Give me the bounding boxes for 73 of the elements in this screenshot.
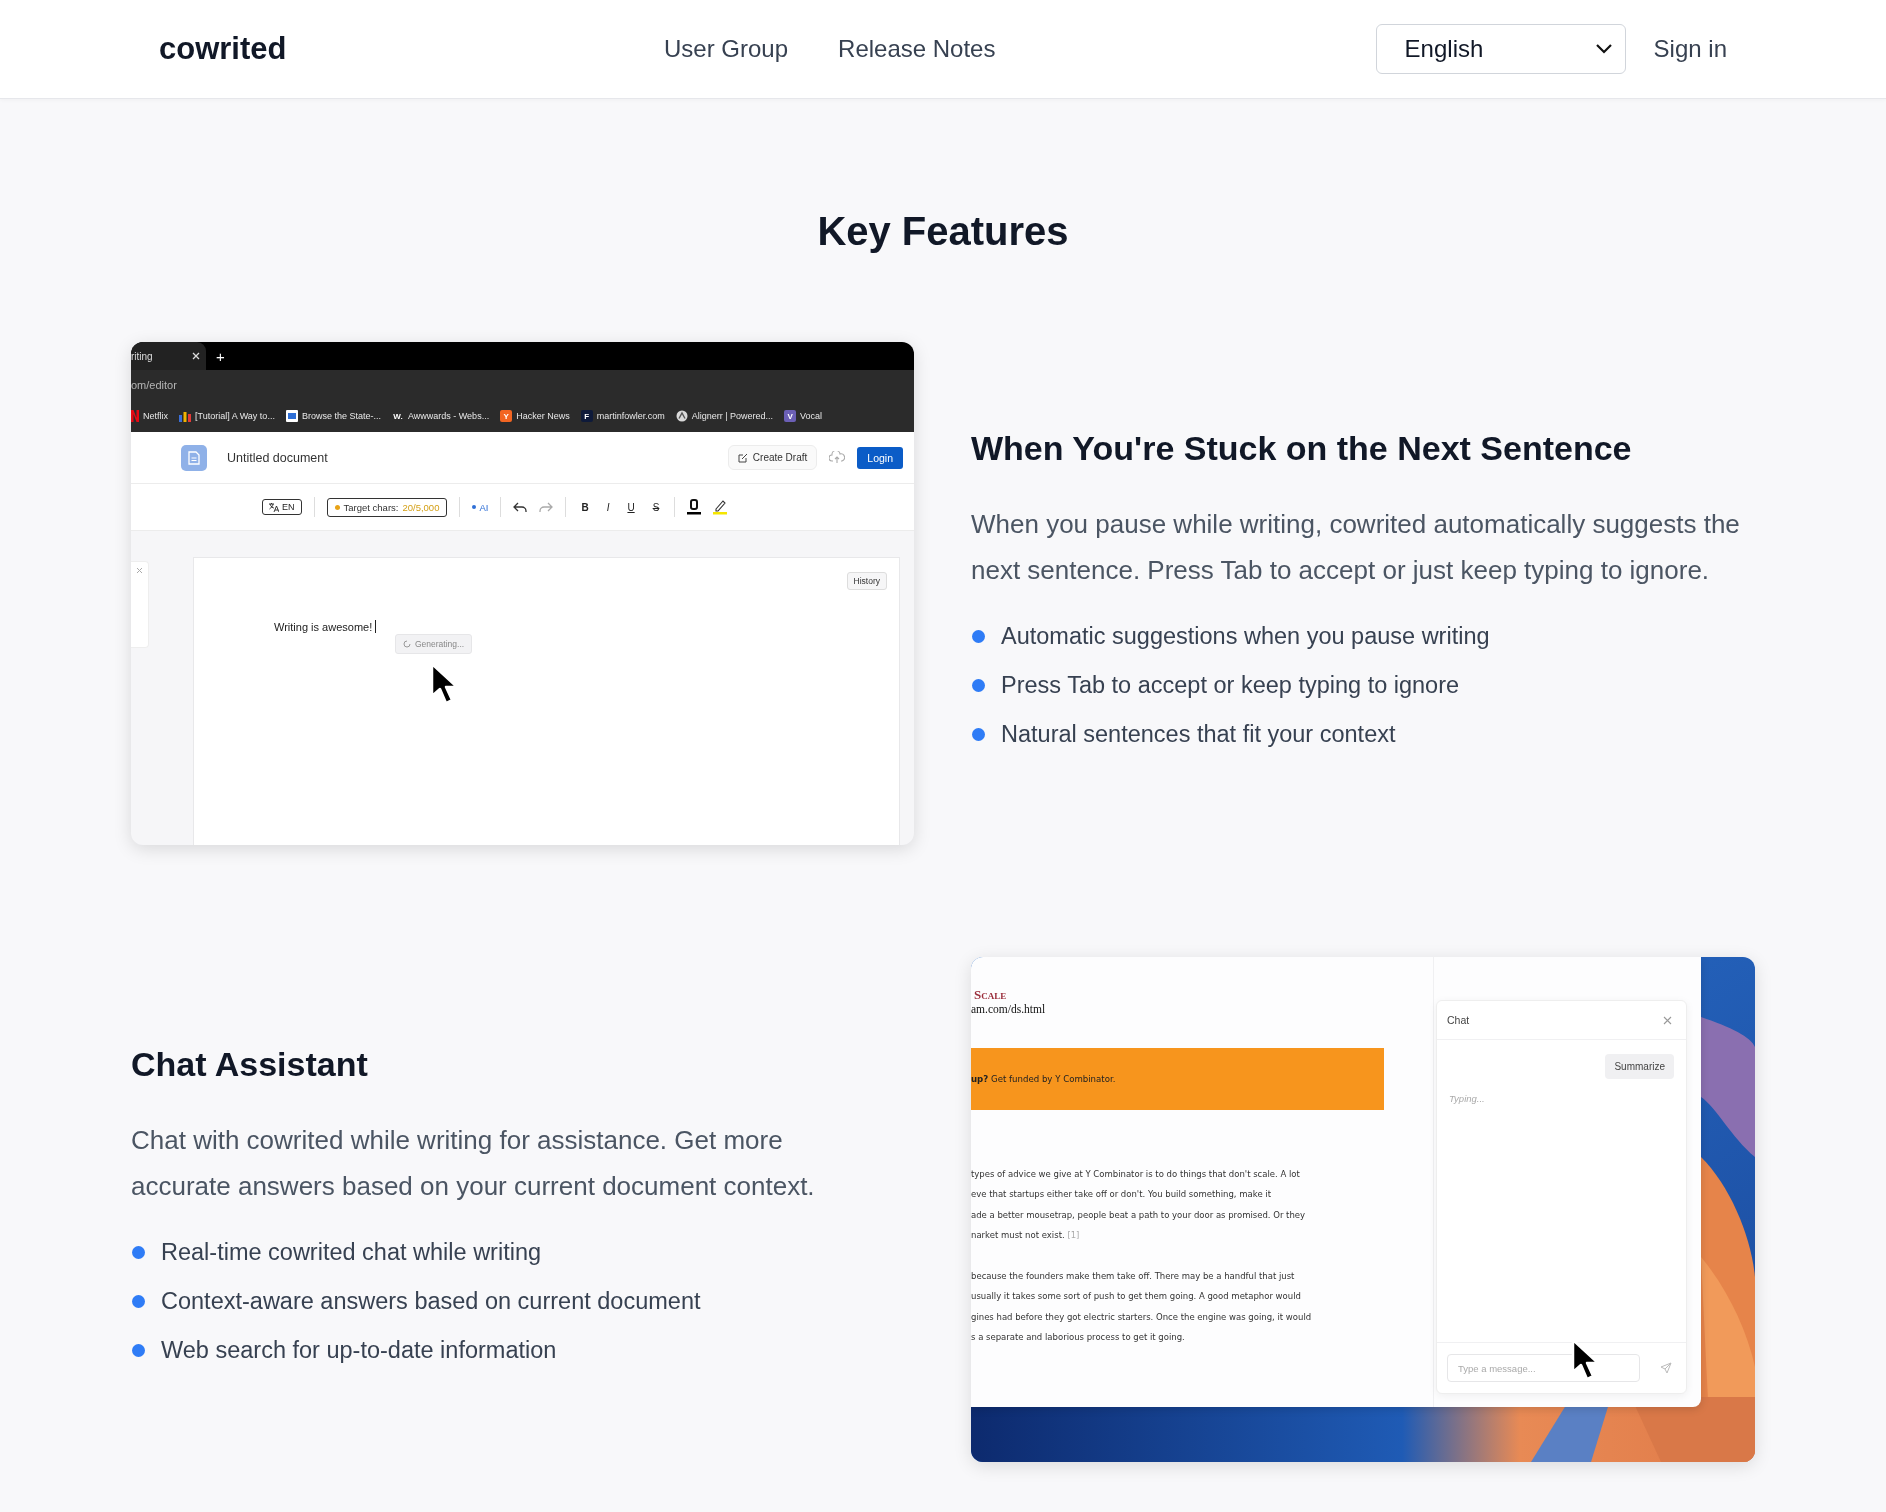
section-title: Key Features [816,208,1070,255]
new-tab-button[interactable]: + [216,347,225,365]
target-chars-field: Target chars: 20/5,000 [326,497,448,517]
feature-bullet: Real-time cowrited chat while writing [161,1239,542,1266]
article-line: ade a better mousetrap, people beat a path to your door as promised. Or they [971,1208,1307,1222]
bookmark[interactable]: W. Awwwards - Webs... [391,410,490,422]
favicon-icon: Y [500,410,513,422]
article-line: usually it takes some sort of push to get them going. A good metaphor would [971,1290,1302,1304]
feature-heading: Chat Assistant [131,1044,369,1085]
bullet-dot [132,1246,145,1259]
bookmark[interactable]: Y Hacker News [500,410,570,422]
feature-bullet: Context-aware answers based on current document [161,1288,701,1315]
history-button[interactable]: History [846,572,887,590]
login-button[interactable]: Login [857,446,903,469]
feature-bullet: Press Tab to accept or keep typing to ignore [1001,672,1460,699]
article-line: because the founders make them take off. There may be a handful that just [971,1270,1296,1284]
address-bar[interactable]: om/editor [131,370,914,400]
format-button[interactable]: S [649,501,663,513]
bookmark[interactable]: F martinfowler.com [580,410,665,422]
feature-description: When you pause while writing, cowrited automatically suggests the next sentence. Press Tab to accept or just keep typing to ignore. [971,508,1741,587]
language-button[interactable]: EN [262,499,302,515]
bar-chart-icon [179,410,191,422]
text-caret [375,620,377,633]
format-button[interactable]: U [624,501,638,513]
edit-icon [737,452,748,463]
generating-indicator: Generating... [395,634,473,654]
highlighter-icon[interactable] [713,499,728,515]
ai-toggle[interactable]: AI [472,501,489,513]
nav-link[interactable]: User Group [664,35,789,63]
format-button[interactable]: I [603,501,613,513]
message-input[interactable]: Type a message... [1447,1354,1640,1382]
summarize-button[interactable]: Summarize [1605,1054,1674,1079]
article-line: eve that startups either take off or don't. You build something, make it [971,1188,1272,1202]
feature-heading: When You're Stuck on the Next Sentence [971,428,1633,469]
article-line: s a separate and laborious process to get it going. [971,1331,1186,1345]
bullet-dot [132,1344,145,1357]
bullet-dot [972,630,985,643]
banner-text: up? Get funded by Y Combinator. [971,1074,1116,1084]
bookmark[interactable]: Alignerr | Powered... [675,410,774,422]
bookmark[interactable]: Netflix [131,410,168,422]
feature-bullet: Web search for up-to-date information [161,1337,557,1364]
feature-description: Chat with cowrited while writing for assistance. Get more accurate answers based on your current document context. [131,1124,816,1203]
chat-title: Chat [1447,1014,1470,1026]
document-text: Writing is awesome! [274,620,373,633]
text-color-icon[interactable] [687,499,702,515]
bookmark[interactable]: Browse the State-... [285,410,381,422]
bullet-dot [972,679,985,692]
favicon-icon: F [580,410,593,422]
chevron-down-icon[interactable] [1594,43,1613,55]
translate-icon [269,502,279,512]
page-url: am.com/ds.html [971,1003,1047,1015]
browser-tab[interactable]: riting [131,342,206,370]
article-line: gines had before they got electric starters. Once the engine was going, it would [971,1310,1313,1324]
feature-bullet: Natural sentences that fit your context [1001,721,1396,748]
sign-in-link[interactable]: Sign in [1653,35,1727,63]
bookmark[interactable]: [Tutorial] A Way to... [179,410,275,422]
article-line: types of advice we give at Y Combinator is to do things that don't scale. A lot [971,1168,1301,1181]
article-line: narket must not exist. [1] [971,1228,1081,1242]
create-draft-button[interactable]: Create Draft [727,445,818,470]
favicon-icon: V [784,410,797,422]
language-select[interactable]: English [1375,24,1626,74]
document-title: Untitled document [227,450,328,465]
undo-icon[interactable] [513,501,528,513]
feature-bullet: Automatic suggestions when you pause writing [1001,623,1490,650]
bookmark[interactable]: V Vocal [784,410,823,422]
typing-indicator: Typing... [1449,1093,1486,1104]
page-title: Scale [973,987,1008,1003]
logo[interactable]: cowrited [159,31,664,67]
nav-link[interactable]: Release Notes [838,35,996,63]
format-button[interactable]: B [578,501,592,513]
bullet-dot [132,1295,145,1308]
document-icon [181,444,207,471]
bullet-dot [972,728,985,741]
